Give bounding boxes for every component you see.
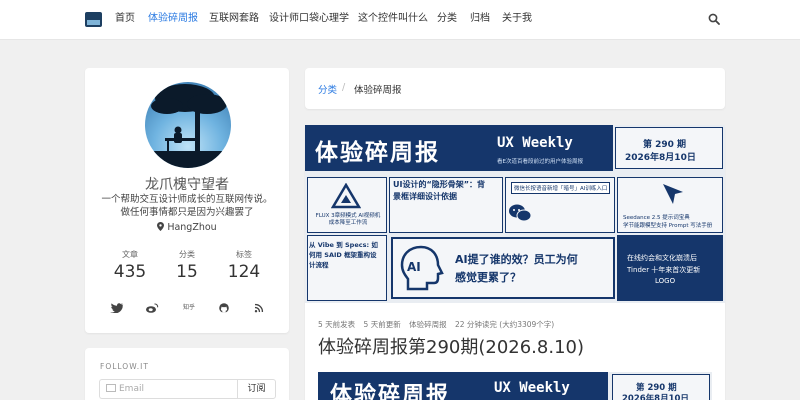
post-updated: 5 天前更新 <box>363 320 401 329</box>
zhihu-icon[interactable]: 知乎 <box>180 303 198 313</box>
banner-article-2-line-2: 景框详细设计依据 <box>393 192 457 201</box>
stat-value-categories[interactable]: 15 <box>157 262 217 282</box>
breadcrumb-parent-link[interactable]: 分类 <box>318 82 337 96</box>
author-bio-line-1: 一个帮助交互设计师成长的互联网传说。 <box>101 194 273 205</box>
author-bio: 一个帮助交互设计师成长的互联网传说。 做任何事情都只是因为兴趣罢了 <box>85 193 289 219</box>
github-icon[interactable] <box>217 303 231 313</box>
banner-weekly: UX Weekly <box>497 135 573 151</box>
author-name: 龙爪槐守望者 <box>145 177 229 193</box>
avatar <box>145 82 231 168</box>
follow-title: FOLLOW.IT <box>100 362 149 371</box>
stat-value-tags[interactable]: 124 <box>214 262 274 282</box>
ai-head-icon <box>400 245 444 291</box>
nav-item-designer-psychology[interactable]: 设计师口袋心理学 <box>269 12 349 26</box>
banner-issue-number: 第 290 期 <box>643 140 687 150</box>
wechat-icon <box>509 204 532 222</box>
banner-subtitle: 看E次道百看段前过的用户体验周报 <box>497 159 583 165</box>
breadcrumb-separator: / <box>342 82 346 93</box>
nav-item-archive[interactable]: 归档 <box>470 12 490 26</box>
banner-article-5-line-2: 何用 SAID 框架重构设 <box>309 251 377 259</box>
banner-article-7-line-3: LOGO <box>655 277 676 285</box>
post-title[interactable]: 体验碎周报第290期(2026.8.10) <box>318 333 584 359</box>
post-meta: 5 天前发表 5 天前更新 体验碎周报 22 分钟读完 (大约3309个字) <box>318 319 560 330</box>
banner2-weekly: UX Weekly <box>494 380 570 396</box>
stat-label-tags: 标签 <box>236 250 252 259</box>
breadcrumb-current: 体验碎周报 <box>354 85 402 96</box>
banner-article-6-line-1: AI提了谁的效？员工为何 <box>455 253 578 266</box>
banner-article-6-line-2: 感觉更累了？ <box>455 271 521 284</box>
post-reading-time: 22 分钟读完 (大约3309个字) <box>454 320 555 329</box>
banner-article-4-line-1: Seedance 2.5 提示词宝典 <box>623 215 690 221</box>
nav-item-home[interactable]: 首页 <box>115 12 135 26</box>
banner-article-1-title: FLUX 3章频模式 AI视频机成本降至工作流 <box>315 213 381 226</box>
nav-item-internet-tricks[interactable]: 互联网套路 <box>209 12 259 26</box>
location-pin-icon <box>157 222 165 231</box>
weibo-icon[interactable] <box>145 303 159 313</box>
stat-label-posts: 文章 <box>122 250 138 259</box>
stat-label-categories: 分类 <box>179 250 195 259</box>
email-field[interactable] <box>119 381 231 397</box>
subscribe-button[interactable]: 订阅 <box>237 379 276 399</box>
banner-title: 体验碎周报 <box>315 140 440 166</box>
banner-article-3-title: 微信长按语音新增「暗号」AI训练入口 <box>511 182 611 194</box>
site-logo[interactable] <box>85 12 102 27</box>
stat-value-posts[interactable]: 435 <box>100 262 160 282</box>
banner-article-2-line-1: UI设计的“隐形骨架”：背 <box>393 180 485 189</box>
location-text: HangZhou <box>167 222 217 233</box>
post-published: 5 天前发表 <box>318 320 356 329</box>
nav-item-about[interactable]: 关于我 <box>502 12 532 26</box>
top-navigation: 首页 体验碎周报 互联网套路 设计师口袋心理学 这个控件叫什么 分类 归档 关于… <box>0 0 800 40</box>
nav-item-what-control[interactable]: 这个控件叫什么 <box>358 12 428 26</box>
nav-item-ux-weekly[interactable]: 体验碎周报 <box>148 12 198 26</box>
author-location: HangZhou <box>85 222 289 233</box>
banner2-issue-date: 2026年8月10日 <box>622 394 689 400</box>
seedance-logo-icon <box>663 184 683 204</box>
rss-icon[interactable] <box>252 303 266 313</box>
banner-article-7-line-1: 在线约会和文化崩溃后 <box>627 254 697 262</box>
banner2-title: 体验碎周报 <box>330 383 451 400</box>
post-cover-image[interactable]: 体验碎周报 UX Weekly 看E次道百看段前过的用户体验周报 第 290 期… <box>305 125 725 303</box>
banner-article-4-line-2: 学节能跟模型支持 Prompt 写法手册 <box>623 223 713 229</box>
post-body-image: 体验碎周报 UX Weekly 第 290 期 2026年8月10日 <box>318 372 712 400</box>
banner-article-7-line-2: Tinder 十年来首次更新 <box>627 266 701 274</box>
nav-item-categories[interactable]: 分类 <box>437 12 457 26</box>
post-category-link[interactable]: 体验碎周报 <box>409 320 447 329</box>
search-icon[interactable] <box>708 13 720 25</box>
banner-article-5-line-3: 计流程 <box>309 261 329 269</box>
banner-article-5-line-1: 从 Vibe 到 Specs: 如 <box>309 241 378 249</box>
ai-badge: AI <box>407 260 421 274</box>
twitter-icon[interactable] <box>110 303 124 313</box>
author-bio-line-2: 做任何事情都只是因为兴趣罢了 <box>120 207 254 218</box>
flux-logo-icon <box>331 183 361 209</box>
banner-issue-date: 2026年8月10日 <box>625 153 696 163</box>
envelope-icon <box>106 384 116 392</box>
